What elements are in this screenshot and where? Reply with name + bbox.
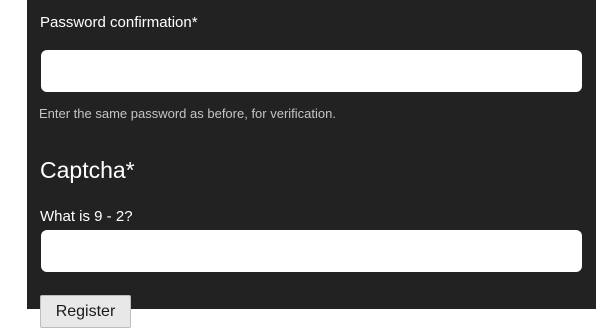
captcha-question-label: What is 9 - 2? [40, 208, 133, 225]
register-button[interactable]: Register [40, 295, 131, 328]
password-confirmation-help-text: Enter the same password as before, for v… [39, 106, 336, 121]
captcha-heading: Captcha* [40, 157, 135, 183]
password-confirmation-input[interactable] [41, 50, 582, 92]
registration-form-panel: Password confirmation* Enter the same pa… [27, 0, 596, 328]
captcha-answer-input[interactable] [41, 230, 582, 272]
password-confirmation-label: Password confirmation* [40, 14, 198, 31]
